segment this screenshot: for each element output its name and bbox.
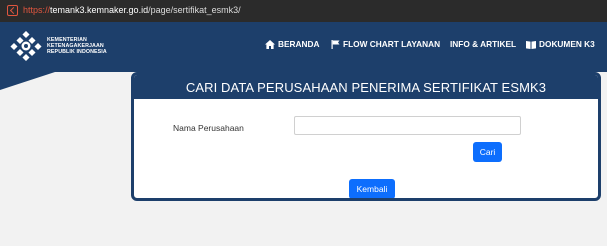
nav-label: BERANDA — [278, 39, 320, 49]
nav-beranda[interactable]: BERANDA — [265, 39, 320, 49]
search-button[interactable]: Cari — [473, 142, 502, 162]
ministry-logo-icon[interactable] — [10, 31, 42, 61]
back-button[interactable]: Kembali — [349, 179, 395, 198]
nav-dokumen-k3[interactable]: DOKUMEN K3 — [526, 39, 595, 49]
header-corner-decoration — [0, 72, 55, 90]
book-icon — [526, 40, 536, 49]
company-name-input[interactable] — [294, 116, 521, 135]
company-name-label: Nama Perusahaan — [173, 123, 244, 133]
ministry-line: REPUBLIK INDONESIA — [47, 49, 107, 56]
nav-label: DOKUMEN K3 — [539, 39, 595, 49]
nav-flow-chart[interactable]: FLOW CHART LAYANAN — [331, 39, 440, 49]
browser-address-bar: https://temank3.kemnaker.go.id/page/sert… — [0, 0, 607, 22]
flag-icon — [331, 39, 340, 49]
url-host: temank3.kemnaker.go.id — [50, 5, 149, 15]
nav-info-artikel[interactable]: INFO & ARTIKEL — [450, 39, 516, 49]
nav-label: INFO & ARTIKEL — [450, 39, 517, 49]
url-scheme: https:// — [23, 5, 51, 15]
ministry-name: KEMENTERIAN KETENAGAKERJAAN REPUBLIK IND… — [47, 37, 107, 56]
card-title: CARI DATA PERUSAHAAN PENERIMA SERTIFIKAT… — [134, 75, 598, 99]
home-icon — [265, 39, 275, 49]
nav-label: FLOW CHART LAYANAN — [343, 39, 441, 49]
search-card: CARI DATA PERUSAHAAN PENERIMA SERTIFIKAT… — [131, 72, 601, 201]
url-field[interactable]: https://temank3.kemnaker.go.id/page/sert… — [23, 5, 241, 15]
url-path: /page/sertifikat_esmk3/ — [148, 5, 241, 15]
security-lock-icon[interactable] — [7, 5, 18, 16]
